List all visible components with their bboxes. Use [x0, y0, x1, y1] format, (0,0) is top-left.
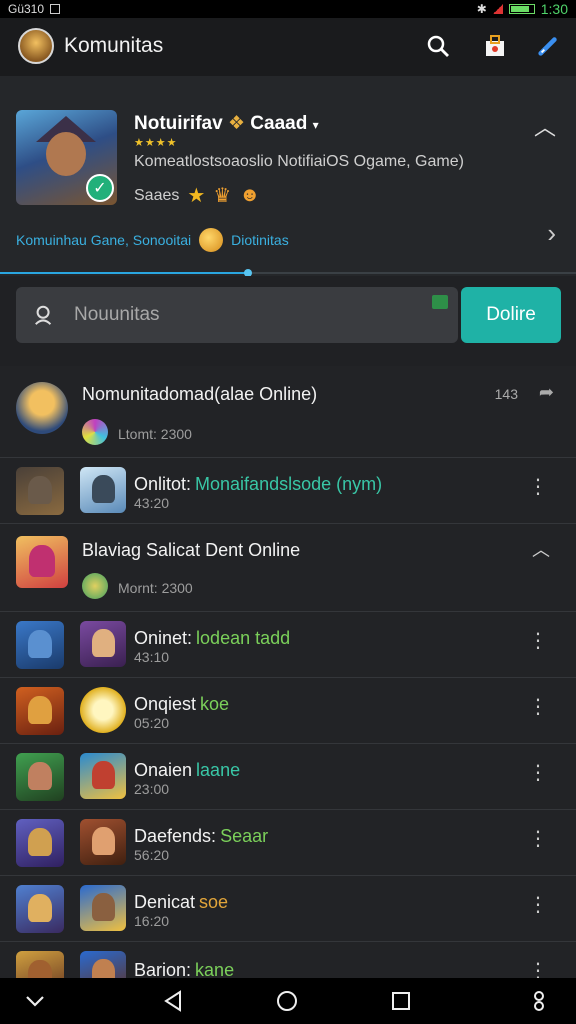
- list-item-subtitle: Ltomt: 2300: [118, 426, 192, 442]
- avatar: [80, 753, 126, 799]
- crown-icon: ♛: [213, 185, 232, 207]
- search-field-icon: [30, 301, 58, 329]
- list-item-title: Onlitot: Monaifandslsode (nym): [134, 474, 383, 494]
- list-item-time: 05:20: [134, 715, 170, 731]
- verified-check-icon: ✓: [86, 174, 114, 202]
- chevron-right-icon[interactable]: ›: [547, 218, 556, 249]
- search-box[interactable]: [16, 287, 458, 343]
- more-vert-icon[interactable]: ⋮: [528, 892, 548, 917]
- game-thumbnail: [16, 753, 64, 801]
- list-item-time: 43:20: [134, 495, 170, 511]
- game-thumbnail: [16, 467, 64, 515]
- badge-icon: [82, 573, 108, 599]
- star-icon: ★: [187, 185, 206, 207]
- game-thumbnail: [16, 687, 64, 735]
- community-list: Nomunitadomad(alae Online) Ltomt: 2300 1…: [0, 366, 576, 978]
- list-item[interactable]: Daefends: Seaar 56:20 ⋮: [0, 810, 576, 876]
- featured-card[interactable]: ✓ Notuirifav ❖ Caaad ▾ ★★★★ Komeatlostso…: [0, 76, 576, 277]
- app-avatar[interactable]: [18, 28, 54, 64]
- battery-icon: [508, 4, 535, 14]
- list-item[interactable]: Denicat soe 16:20 ⋮: [0, 876, 576, 942]
- avatar: [80, 467, 126, 513]
- list-item-title: Barion: kane: [134, 960, 235, 978]
- featured-sub-label: Saaes: [134, 186, 180, 204]
- more-vert-icon[interactable]: ⋮: [528, 760, 548, 785]
- list-item[interactable]: Onqiest koe 05:20 ⋮: [0, 678, 576, 744]
- avatar: [16, 382, 68, 434]
- shopping-bag-icon[interactable]: [481, 32, 509, 60]
- collapse-icon[interactable]: ︿: [534, 110, 556, 142]
- list-item-title: Blaviag Salicat Dent Online: [82, 540, 301, 560]
- avatar: [80, 819, 126, 865]
- list-item[interactable]: Onlitot: Monaifandslsode (nym) 43:20 ⋮: [0, 458, 576, 524]
- list-item-time: 16:20: [134, 913, 170, 929]
- signal-icon: [492, 4, 503, 14]
- game-thumbnail: [16, 885, 64, 933]
- chevron-up-icon[interactable]: ︿: [532, 536, 550, 562]
- home-icon[interactable]: [272, 986, 302, 1016]
- game-thumbnail: [16, 536, 68, 588]
- game-thumbnail: [16, 819, 64, 867]
- smile-icon: ☻: [239, 184, 261, 206]
- list-item-time: 43:10: [134, 649, 170, 665]
- app-bar: Komunitas: [0, 18, 576, 76]
- avatar: [80, 885, 126, 931]
- chevron-down-icon[interactable]: [20, 986, 50, 1016]
- list-item-time: 56:20: [134, 847, 170, 863]
- dropdown-icon[interactable]: ▾: [313, 118, 319, 132]
- list-item-title: Oninet: lodean tadd: [134, 628, 291, 648]
- recents-icon[interactable]: [386, 986, 416, 1016]
- game-thumbnail: [16, 621, 64, 669]
- featured-link[interactable]: Komuinhau Gane, Sonooitai Diotinitas: [16, 228, 289, 252]
- coin-icon: [199, 228, 224, 252]
- status-bar: Gü310 ✱ 1:30: [0, 0, 576, 18]
- featured-title: Notuirifav ❖ Caaad ▾: [134, 113, 319, 134]
- bluetooth-icon: ✱: [476, 2, 487, 16]
- list-item[interactable]: Onaien laane 23:00 ⋮: [0, 744, 576, 810]
- notification-icon: [50, 4, 61, 14]
- featured-sub: Saaes ★ ♛ ☻: [134, 183, 260, 208]
- share-icon[interactable]: ➦: [539, 382, 554, 403]
- search-section: Dolire: [0, 276, 576, 366]
- badge-icon: [82, 419, 108, 445]
- more-vert-icon[interactable]: ⋮: [528, 826, 548, 851]
- list-item-title: Denicat soe: [134, 892, 229, 912]
- featured-description: Komeatlostsoaoslio NotifiaiOS Ogame, Gam…: [134, 153, 464, 170]
- list-item-time: 23:00: [134, 781, 170, 797]
- emblem-icon: ❖: [227, 113, 246, 134]
- more-vert-icon[interactable]: ⋮: [528, 628, 548, 653]
- avatar: [80, 621, 126, 667]
- member-count: 143: [494, 386, 518, 402]
- pencil-icon[interactable]: [534, 32, 562, 60]
- search-button[interactable]: Dolire: [461, 287, 561, 343]
- list-item[interactable]: Nomunitadomad(alae Online) Ltomt: 2300 1…: [0, 366, 576, 458]
- avatar: [80, 951, 126, 978]
- list-item-title: Nomunitadomad(alae Online): [82, 384, 318, 404]
- search-icon[interactable]: [424, 32, 452, 60]
- list-item[interactable]: Blaviag Salicat Dent Online Mornt: 2300 …: [0, 524, 576, 612]
- list-item-title: Onqiest koe: [134, 694, 230, 714]
- list-item-subtitle: Mornt: 2300: [118, 580, 193, 596]
- more-vert-icon[interactable]: ⋮: [528, 958, 548, 978]
- status-text: Gü310: [8, 2, 45, 16]
- app-title: Komunitas: [64, 34, 164, 57]
- back-icon[interactable]: [158, 986, 188, 1016]
- list-item[interactable]: Oninet: lodean tadd 43:10 ⋮: [0, 612, 576, 678]
- menu-icon[interactable]: [524, 986, 554, 1016]
- navigation-bar: [0, 978, 576, 1024]
- list-item-title: Daefends: Seaar: [134, 826, 269, 846]
- avatar: [80, 687, 126, 733]
- rating-stars: ★★★★: [134, 137, 178, 149]
- more-vert-icon[interactable]: ⋮: [528, 694, 548, 719]
- clock: 1:30: [540, 1, 568, 17]
- list-item[interactable]: Barion: kane ⋮: [0, 942, 576, 978]
- progress-fill: [0, 272, 248, 274]
- list-item-title: Onaien laane: [134, 760, 241, 780]
- game-thumbnail: [16, 951, 64, 978]
- badge-icon: [432, 295, 448, 309]
- more-vert-icon[interactable]: ⋮: [528, 474, 548, 499]
- search-input[interactable]: [74, 287, 434, 343]
